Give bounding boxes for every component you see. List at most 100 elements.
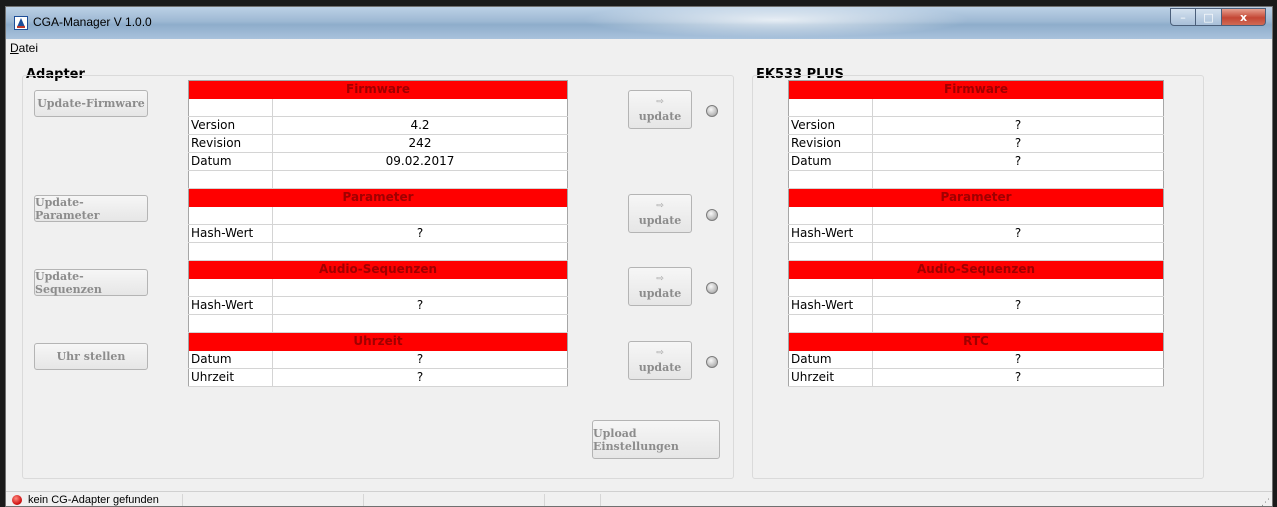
device-rtc-header: RTC — [788, 332, 1164, 351]
row-value: ? — [272, 296, 568, 315]
row-label: Hash-Wert — [188, 296, 273, 315]
row-label: Revision — [788, 134, 873, 153]
table-row — [788, 278, 1164, 297]
minimize-button[interactable]: – — [1170, 8, 1196, 26]
table-row — [188, 314, 568, 333]
row-value: ? — [272, 350, 568, 369]
device-firmware-header: Firmware — [788, 80, 1164, 99]
row-value: ? — [872, 152, 1164, 171]
table-row: Revision 242 — [188, 134, 568, 153]
arrow-right-icon: ⇨ — [656, 200, 664, 211]
status-led-parameter — [706, 209, 718, 221]
row-label: Hash-Wert — [788, 224, 873, 243]
row-label: Version — [788, 116, 873, 135]
table-row: Datum 09.02.2017 — [188, 152, 568, 171]
table-row: Hash-Wert? — [788, 296, 1164, 315]
row-value — [872, 278, 1164, 297]
table-row — [188, 206, 568, 225]
row-value: ? — [872, 224, 1164, 243]
status-divider — [182, 494, 183, 506]
table-row: Revision? — [788, 134, 1164, 153]
menu-datei[interactable]: Datei — [10, 41, 38, 55]
app-window: CGA-Manager V 1.0.0 – □ x Datei Adapter … — [5, 6, 1273, 507]
update-label: update — [638, 286, 682, 300]
row-value — [272, 242, 568, 261]
row-value — [272, 170, 568, 189]
adapter-firmware-header: Firmware — [188, 80, 568, 99]
status-bar: kein CG-Adapter gefunden ⋰ — [6, 491, 1272, 506]
row-label: Version — [188, 116, 273, 135]
close-button[interactable]: x — [1222, 8, 1266, 26]
row-label: Revision — [188, 134, 273, 153]
row-label: Hash-Wert — [188, 224, 273, 243]
update-label: update — [638, 213, 682, 227]
adapter-audio-header: Audio-Sequenzen — [188, 260, 568, 279]
table-row: Version 4.2 — [188, 116, 568, 135]
row-value — [272, 314, 568, 333]
row-label: Hash-Wert — [788, 296, 873, 315]
row-label — [788, 170, 873, 189]
table-row — [788, 98, 1164, 117]
row-value: 09.02.2017 — [272, 152, 568, 171]
upload-einstellungen-button[interactable]: Upload Einstellungen — [592, 420, 720, 459]
status-led-audio — [706, 282, 718, 294]
row-label — [788, 206, 873, 225]
row-value: 4.2 — [272, 116, 568, 135]
update-firmware-transfer-button[interactable]: ⇨ update — [628, 90, 692, 129]
resize-grip-icon[interactable]: ⋰ — [1261, 498, 1270, 506]
row-label: Uhrzeit — [188, 368, 273, 387]
table-row: Datum? — [188, 350, 568, 369]
table-row: Version? — [788, 116, 1164, 135]
title-bar[interactable]: CGA-Manager V 1.0.0 – □ x — [6, 7, 1272, 39]
update-clock-transfer-button[interactable]: ⇨ update — [628, 341, 692, 380]
status-divider — [363, 494, 364, 506]
window-controls: – □ x — [1170, 8, 1266, 26]
update-parameter-transfer-button[interactable]: ⇨ update — [628, 194, 692, 233]
row-label — [788, 278, 873, 297]
table-row: Uhrzeit? — [788, 368, 1164, 387]
arrow-right-icon: ⇨ — [656, 347, 664, 358]
arrow-right-icon: ⇨ — [656, 273, 664, 284]
update-firmware-button[interactable]: Update-Firmware — [34, 90, 148, 117]
device-audio-header: Audio-Sequenzen — [788, 260, 1164, 279]
row-label — [188, 278, 273, 297]
status-led-firmware — [706, 105, 718, 117]
update-sequenzen-button[interactable]: Update-Sequenzen — [34, 269, 148, 296]
row-value — [872, 206, 1164, 225]
window-title: CGA-Manager V 1.0.0 — [33, 15, 152, 29]
row-value — [272, 206, 568, 225]
device-parameter-header: Parameter — [788, 188, 1164, 207]
table-row — [788, 242, 1164, 261]
uhr-stellen-button[interactable]: Uhr stellen — [34, 343, 148, 370]
table-row — [788, 170, 1164, 189]
maximize-button[interactable]: □ — [1196, 8, 1222, 26]
row-label — [188, 206, 273, 225]
table-row — [188, 242, 568, 261]
row-value: ? — [872, 350, 1164, 369]
table-row — [788, 314, 1164, 333]
main-content: Adapter Update-Firmware Update-Parameter… — [6, 59, 1272, 491]
table-row: Datum? — [788, 152, 1164, 171]
row-label: Datum — [188, 152, 273, 171]
row-value — [872, 170, 1164, 189]
table-row — [788, 206, 1164, 225]
row-label — [188, 170, 273, 189]
update-audio-transfer-button[interactable]: ⇨ update — [628, 267, 692, 306]
row-label — [788, 98, 873, 117]
table-row — [188, 98, 568, 117]
update-label: update — [638, 109, 682, 123]
row-value: ? — [872, 368, 1164, 387]
row-value: ? — [872, 296, 1164, 315]
status-led-clock — [706, 356, 718, 368]
adapter-uhrzeit-header: Uhrzeit — [188, 332, 568, 351]
update-label: update — [638, 360, 682, 374]
update-parameter-button[interactable]: Update-Parameter — [34, 195, 148, 222]
row-value — [872, 242, 1164, 261]
row-label — [188, 242, 273, 261]
row-value — [872, 98, 1164, 117]
row-value: ? — [872, 134, 1164, 153]
table-row: Hash-Wert? — [788, 224, 1164, 243]
table-row — [188, 170, 568, 189]
row-value — [872, 314, 1164, 333]
row-label — [188, 98, 273, 117]
